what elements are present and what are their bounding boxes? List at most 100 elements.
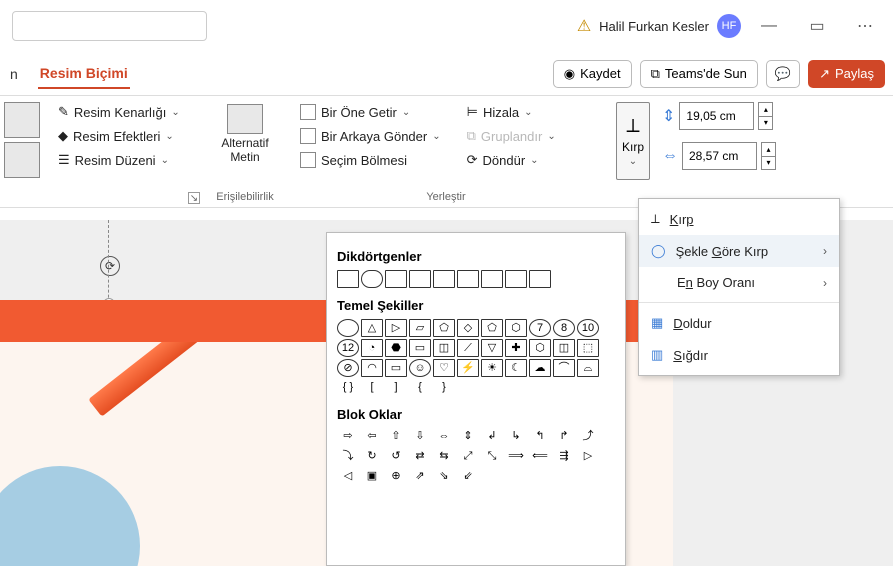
shape-item[interactable]: ☁ bbox=[529, 359, 551, 377]
shape-item[interactable]: ◁ bbox=[337, 468, 359, 486]
shape-item[interactable]: ⤢ bbox=[457, 448, 479, 466]
picture-effects-button[interactable]: ◆Resim Efektleri⌄ bbox=[54, 126, 194, 146]
width-spinner[interactable]: ▴▾ bbox=[761, 142, 776, 170]
align-button[interactable]: ⊨Hizala⌄ bbox=[463, 102, 560, 122]
style-gallery-thumb[interactable] bbox=[4, 142, 40, 178]
shape-item[interactable] bbox=[457, 270, 479, 288]
shape-item[interactable]: ⚡ bbox=[457, 359, 479, 377]
picture-layout-button[interactable]: ☰Resim Düzeni⌄ bbox=[54, 150, 194, 170]
shape-item[interactable] bbox=[529, 270, 551, 288]
avatar[interactable]: HF bbox=[717, 14, 741, 38]
shape-item[interactable]: ◫ bbox=[553, 339, 575, 357]
shape-item[interactable]: ☀ bbox=[481, 359, 503, 377]
tab-picture-format[interactable]: Resim Biçimi bbox=[38, 59, 130, 89]
shape-item[interactable]: ▷ bbox=[577, 448, 599, 466]
shape-item[interactable]: ↳ bbox=[505, 428, 527, 446]
shape-item[interactable]: ⇗ bbox=[409, 468, 431, 486]
alt-text-button[interactable]: Alternatif Metin bbox=[217, 102, 272, 166]
shape-item[interactable]: ⬡ bbox=[529, 339, 551, 357]
height-field[interactable]: ⇕ 19,05 cm ▴▾ bbox=[662, 102, 776, 130]
shape-item[interactable]: ♡ bbox=[433, 359, 455, 377]
save-button[interactable]: ◉Kaydet bbox=[553, 60, 632, 88]
shape-item[interactable]: { bbox=[409, 379, 431, 397]
shape-item[interactable]: { } bbox=[337, 379, 359, 397]
shape-item[interactable]: ⇦ bbox=[361, 428, 383, 446]
shape-item[interactable]: ⇄ bbox=[409, 448, 431, 466]
shape-item[interactable]: ▷ bbox=[385, 319, 407, 337]
bring-forward-button[interactable]: Bir Öne Getir⌄ bbox=[296, 102, 445, 122]
rotate-handle[interactable]: ⟳ bbox=[100, 256, 120, 276]
share-button[interactable]: ↗Paylaş bbox=[808, 60, 885, 88]
shape-item[interactable]: ⬠ bbox=[433, 319, 455, 337]
shape-item[interactable]: ⇘ bbox=[433, 468, 455, 486]
shape-item[interactable]: ⇧ bbox=[385, 428, 407, 446]
shape-item[interactable] bbox=[337, 270, 359, 288]
shape-item[interactable]: ◔ bbox=[361, 339, 383, 357]
shape-item[interactable]: ⇩ bbox=[409, 428, 431, 446]
shape-item[interactable]: ⌓ bbox=[577, 359, 599, 377]
overflow-button[interactable]: ⋯ bbox=[845, 11, 885, 41]
shape-item[interactable]: ⊕ bbox=[385, 468, 407, 486]
shape-item[interactable]: ⇆ bbox=[433, 448, 455, 466]
tab-prev[interactable]: n bbox=[8, 60, 20, 88]
warning-icon[interactable]: ⚠ bbox=[577, 16, 591, 36]
shape-item[interactable]: ☾ bbox=[505, 359, 527, 377]
shape-item[interactable]: ⟸ bbox=[529, 448, 551, 466]
shape-item[interactable]: ◇ bbox=[457, 319, 479, 337]
rotate-button[interactable]: ⟳Döndür⌄ bbox=[463, 150, 560, 170]
shape-item[interactable]: ⬠ bbox=[481, 319, 503, 337]
restore-button[interactable]: ▭ bbox=[797, 11, 837, 41]
style-gallery-thumb[interactable] bbox=[4, 102, 40, 138]
shape-item[interactable]: ↱ bbox=[553, 428, 575, 446]
shape-item[interactable]: ▽ bbox=[481, 339, 503, 357]
shape-item[interactable]: ✚ bbox=[505, 339, 527, 357]
shape-item[interactable]: △ bbox=[361, 319, 383, 337]
shape-item[interactable]: ⤡ bbox=[481, 448, 503, 466]
shape-item[interactable] bbox=[337, 319, 359, 337]
shape-item[interactable]: 7 bbox=[529, 319, 551, 337]
shape-item[interactable]: ⇔ bbox=[433, 428, 455, 446]
shape-item[interactable]: ⟹ bbox=[505, 448, 527, 466]
shape-item[interactable]: 10 bbox=[577, 319, 599, 337]
shape-item[interactable]: ↺ bbox=[385, 448, 407, 466]
menu-aspect-ratio[interactable]: En Boy Oranı› bbox=[639, 267, 839, 298]
present-teams-button[interactable]: ⧉Teams'de Sun bbox=[640, 60, 758, 88]
shape-item[interactable] bbox=[385, 270, 407, 288]
selection-pane-button[interactable]: Seçim Bölmesi bbox=[296, 150, 445, 170]
shape-item[interactable]: ▱ bbox=[409, 319, 431, 337]
shape-item[interactable]: ⇨ bbox=[337, 428, 359, 446]
shape-item[interactable]: ↲ bbox=[481, 428, 503, 446]
comments-button[interactable]: 💬 bbox=[766, 60, 800, 88]
shape-item[interactable]: ⬚ bbox=[577, 339, 599, 357]
minimize-button[interactable]: — bbox=[749, 11, 789, 41]
shape-item[interactable] bbox=[481, 270, 503, 288]
shape-item[interactable] bbox=[361, 270, 383, 288]
shape-item[interactable]: ] bbox=[385, 379, 407, 397]
shape-item[interactable]: ⊘ bbox=[337, 359, 359, 377]
menu-crop[interactable]: ⟂Kırp bbox=[639, 203, 839, 235]
menu-fit[interactable]: ▥Sığdır bbox=[639, 339, 839, 371]
search-input[interactable] bbox=[12, 11, 207, 41]
shape-item[interactable]: ⇶ bbox=[553, 448, 575, 466]
shape-item[interactable]: ⟋ bbox=[457, 339, 479, 357]
shape-item[interactable]: 8 bbox=[553, 319, 575, 337]
shape-item[interactable]: ◠ bbox=[361, 359, 383, 377]
group-launcher[interactable]: ↘ bbox=[188, 192, 200, 204]
shape-item[interactable]: } bbox=[433, 379, 455, 397]
menu-crop-to-shape[interactable]: ◯Şekle Göre Kırp› bbox=[639, 235, 839, 267]
shape-item[interactable]: ☺ bbox=[409, 359, 431, 377]
shape-item[interactable]: ⌒ bbox=[553, 359, 575, 377]
shape-item[interactable]: ⬣ bbox=[385, 339, 407, 357]
shape-item[interactable]: ⇕ bbox=[457, 428, 479, 446]
shape-item[interactable]: ⤴ bbox=[577, 428, 599, 446]
shape-item[interactable]: ↰ bbox=[529, 428, 551, 446]
shape-item[interactable]: ▭ bbox=[409, 339, 431, 357]
shape-item[interactable]: ↻ bbox=[361, 448, 383, 466]
picture-border-button[interactable]: ✎Resim Kenarlığı⌄ bbox=[54, 102, 194, 122]
crop-button[interactable]: ⟂ Kırp ⌄ bbox=[616, 102, 650, 180]
shape-item[interactable]: 12 bbox=[337, 339, 359, 357]
shape-item[interactable]: ▣ bbox=[361, 468, 383, 486]
shape-item[interactable]: ⇙ bbox=[457, 468, 479, 486]
shape-item[interactable] bbox=[433, 270, 455, 288]
shape-item[interactable] bbox=[409, 270, 431, 288]
